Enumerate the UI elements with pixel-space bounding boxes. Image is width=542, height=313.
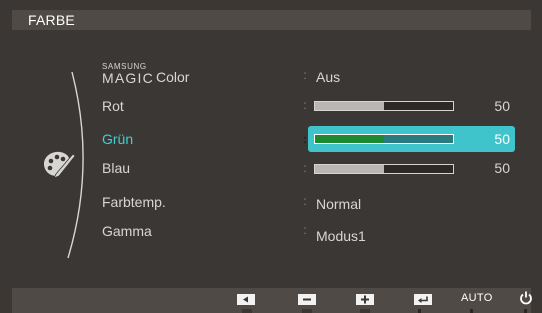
rot-slider-fill — [315, 102, 384, 110]
menu-item-gamma[interactable]: Gamma — [102, 221, 152, 241]
blau-value: 50 — [494, 160, 510, 176]
rot-slider[interactable] — [314, 101, 454, 111]
menu-item-magic-color[interactable]: Color — [156, 68, 189, 86]
separator-colon: : — [303, 161, 307, 175]
control-bar — [12, 288, 531, 313]
minus-icon[interactable] — [298, 293, 316, 305]
separator-colon: : — [303, 68, 307, 82]
key-tick — [242, 309, 252, 313]
enter-icon[interactable] — [414, 293, 432, 305]
title-bar — [12, 10, 531, 30]
key-tick — [302, 309, 312, 313]
key-tick — [470, 309, 473, 313]
menu-item-gruen[interactable]: Grün — [102, 129, 133, 149]
gruen-value: 50 — [494, 131, 510, 147]
menu-title: FARBE — [28, 12, 75, 28]
menu-item-blau[interactable]: Blau — [102, 158, 130, 178]
blau-slider-fill — [315, 165, 384, 173]
auto-button[interactable]: AUTO — [461, 291, 493, 305]
gruen-slider[interactable] — [314, 134, 454, 144]
magic-color-value[interactable]: Aus — [316, 67, 340, 87]
farbtemp-value[interactable]: Normal — [316, 194, 361, 214]
separator-colon: : — [303, 132, 307, 146]
plus-icon[interactable] — [356, 293, 374, 305]
key-tick — [524, 309, 527, 313]
osd-menu: FARBE SAMSUNG MAGIC Color : Aus Rot : 50… — [0, 0, 542, 313]
menu-item-rot[interactable]: Rot — [102, 96, 124, 116]
gamma-value[interactable]: Modus1 — [316, 226, 366, 246]
separator-colon: : — [303, 194, 307, 208]
menu-item-farbtemp[interactable]: Farbtemp. — [102, 192, 166, 212]
palette-brush-icon — [44, 151, 76, 179]
power-icon[interactable] — [519, 291, 533, 305]
blau-slider[interactable] — [314, 164, 454, 174]
rot-value: 50 — [494, 98, 510, 114]
separator-colon: : — [303, 98, 307, 112]
key-tick — [418, 309, 421, 313]
left-arrow-icon[interactable] — [237, 293, 255, 305]
gruen-slider-fill — [315, 135, 384, 143]
key-tick — [360, 309, 370, 313]
separator-colon: : — [303, 223, 307, 237]
magic-logo-text: MAGIC — [102, 70, 154, 86]
